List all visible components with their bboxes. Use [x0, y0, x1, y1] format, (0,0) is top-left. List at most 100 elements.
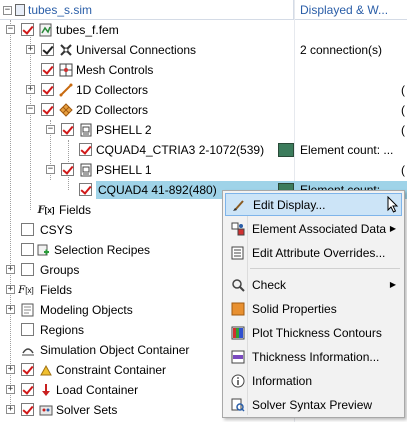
- thickness-contours-icon: [230, 325, 246, 341]
- menu-item-plot-thickness-contours[interactable]: Plot Thickness Contours: [225, 321, 402, 344]
- expand-toggle[interactable]: +: [6, 405, 15, 414]
- displayed-value: (: [401, 103, 405, 117]
- collapse-toggle[interactable]: −: [46, 165, 55, 174]
- tree-node-label: Constraint Container: [56, 363, 167, 377]
- tree-node-mesh-cquad4-ctria3[interactable]: CQUAD4_CTRIA3 2-1072(539) Element count:…: [0, 140, 407, 160]
- simulation-object-icon: [20, 342, 36, 358]
- visibility-checkbox[interactable]: [21, 23, 34, 36]
- visibility-checkbox[interactable]: [79, 183, 92, 196]
- menu-item-information[interactable]: Information: [225, 369, 402, 392]
- menu-item-element-associated-data[interactable]: Element Associated Data ▶: [225, 217, 402, 240]
- collapse-toggle[interactable]: −: [26, 105, 35, 114]
- info-icon: [230, 373, 246, 389]
- menu-item-solid-properties[interactable]: Solid Properties: [225, 297, 402, 320]
- 2d-collector-icon: [58, 102, 74, 118]
- menu-item-label: Solver Syntax Preview: [252, 397, 373, 412]
- check-icon: [230, 277, 246, 293]
- collapse-toggle[interactable]: −: [6, 25, 15, 34]
- visibility-checkbox[interactable]: [41, 103, 54, 116]
- expand-toggle[interactable]: +: [6, 285, 15, 294]
- selection-recipe-icon: [36, 242, 52, 258]
- constraint-icon: [38, 362, 54, 378]
- tree-node-label: CQUAD4 41-892(480): [98, 183, 217, 197]
- menu-item-label: Thickness Information...: [252, 349, 380, 364]
- expand-toggle[interactable]: +: [6, 305, 15, 314]
- tree-node-mesh-controls[interactable]: Mesh Controls: [0, 60, 407, 80]
- displayed-value: 2 connection(s): [300, 43, 383, 57]
- visibility-checkbox[interactable]: [21, 323, 34, 336]
- visibility-checkbox[interactable]: [41, 83, 54, 96]
- displayed-value: (: [401, 123, 405, 137]
- tree-node-label: CQUAD4_CTRIA3 2-1072(539): [96, 143, 265, 157]
- visibility-checkbox[interactable]: [41, 63, 54, 76]
- menu-item-edit-attribute-overrides[interactable]: Edit Attribute Overrides...: [225, 241, 402, 264]
- thickness-info-icon: [230, 349, 246, 365]
- visibility-checkbox[interactable]: [41, 43, 54, 56]
- menu-item-label: Edit Display...: [253, 197, 326, 212]
- tree-node-label: 2D Collectors: [76, 103, 149, 117]
- sim-file-icon: [15, 4, 25, 16]
- tree-node-2d-collectors[interactable]: − 2D Collectors (: [0, 100, 407, 120]
- tree-node-label: Load Container: [56, 383, 139, 397]
- tree-node-label: Fields: [59, 203, 92, 217]
- fields-icon: F [x]: [18, 284, 34, 296]
- mesh-color-swatch[interactable]: [278, 143, 294, 157]
- visibility-checkbox[interactable]: [61, 163, 74, 176]
- tree-node-fem[interactable]: − tubes_f.fem: [0, 20, 407, 40]
- expand-toggle[interactable]: +: [6, 385, 15, 394]
- tree-node-1d-collectors[interactable]: + 1D Collectors (: [0, 80, 407, 100]
- visibility-checkbox[interactable]: [21, 383, 34, 396]
- visibility-checkbox[interactable]: [21, 243, 34, 256]
- tree-node-label: Selection Recipes: [54, 243, 151, 257]
- menu-item-solver-syntax-preview[interactable]: Solver Syntax Preview: [225, 393, 402, 416]
- menu-item-label: Element Associated Data: [252, 221, 387, 236]
- menu-item-label: Edit Attribute Overrides...: [252, 245, 386, 260]
- context-menu: Edit Display... Element Associated Data …: [222, 190, 405, 418]
- tree-node-label: Simulation Object Container: [40, 343, 190, 357]
- menu-item-thickness-information[interactable]: Thickness Information...: [225, 345, 402, 368]
- displayed-value: (: [401, 83, 405, 97]
- syntax-preview-icon: [230, 397, 246, 413]
- solver-sets-icon: [38, 402, 54, 418]
- collapse-toggle[interactable]: −: [3, 5, 12, 15]
- navigator-header: − tubes_s.sim Displayed & W...: [0, 0, 407, 20]
- physical-property-icon: [78, 162, 94, 178]
- tree-node-label: 1D Collectors: [76, 83, 149, 97]
- visibility-checkbox[interactable]: [61, 123, 74, 136]
- submenu-arrow-icon: ▶: [389, 224, 396, 233]
- visibility-checkbox[interactable]: [21, 363, 34, 376]
- menu-item-label: Check: [252, 277, 287, 292]
- 1d-collector-icon: [58, 82, 74, 98]
- displayed-value: (: [401, 163, 405, 177]
- visibility-checkbox[interactable]: [21, 403, 34, 416]
- expand-toggle[interactable]: +: [26, 45, 35, 54]
- column-header-displayed[interactable]: Displayed & W...: [300, 0, 388, 20]
- expand-toggle[interactable]: +: [26, 85, 35, 94]
- column-header-name[interactable]: − tubes_s.sim: [0, 0, 294, 20]
- fields-icon: F [x]: [37, 204, 55, 216]
- tree-node-label: Universal Connections: [76, 43, 197, 57]
- brush-icon: [231, 197, 247, 213]
- displayed-value: Element count: ...: [300, 143, 394, 157]
- attribute-overrides-icon: [230, 245, 246, 261]
- tree-node-pshell-1[interactable]: − PSHELL 1 (: [0, 160, 407, 180]
- menu-item-label: Information: [252, 373, 313, 388]
- solid-properties-icon: [230, 301, 246, 317]
- menu-item-check[interactable]: Check ▶: [225, 273, 402, 296]
- tree-node-label: tubes_f.fem: [56, 23, 119, 37]
- menu-item-edit-display[interactable]: Edit Display...: [225, 193, 402, 216]
- tree-node-label: Modeling Objects: [40, 303, 133, 317]
- visibility-checkbox[interactable]: [21, 223, 34, 236]
- collapse-toggle[interactable]: −: [46, 125, 55, 134]
- tree-node-universal-connections[interactable]: + Universal Connections 2 connection(s): [0, 40, 407, 60]
- submenu-arrow-icon: ▶: [389, 280, 396, 289]
- mouse-cursor-icon: [387, 195, 399, 216]
- tree-node-pshell-2[interactable]: − PSHELL 2 (: [0, 120, 407, 140]
- expand-toggle[interactable]: +: [6, 365, 15, 374]
- visibility-checkbox[interactable]: [79, 143, 92, 156]
- connections-icon: [58, 42, 74, 58]
- visibility-checkbox[interactable]: [21, 263, 34, 276]
- expand-toggle[interactable]: +: [6, 265, 15, 274]
- tree-node-label: Solver Sets: [56, 403, 118, 417]
- element-data-icon: [230, 221, 246, 237]
